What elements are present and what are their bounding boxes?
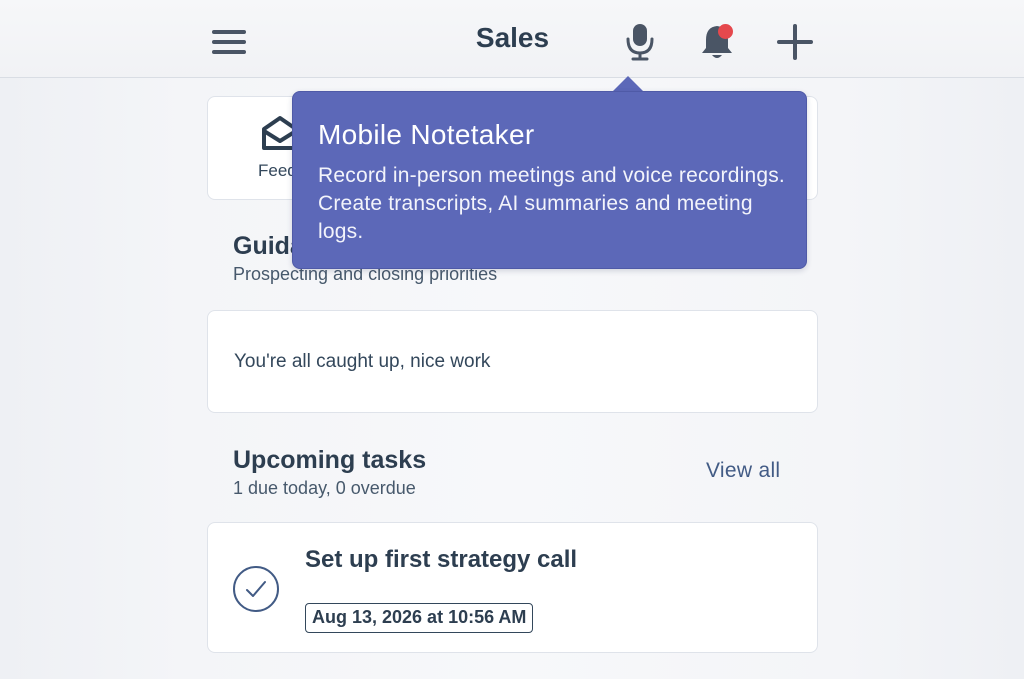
- task-title[interactable]: Set up first strategy call: [305, 546, 577, 574]
- tooltip-title: Mobile Notetaker: [318, 119, 535, 150]
- microphone-icon[interactable]: [623, 22, 657, 62]
- view-all-link[interactable]: View all: [706, 459, 780, 483]
- empty-state-message: You're all caught up, nice work: [234, 351, 491, 372]
- tooltip-arrow: [612, 76, 644, 92]
- feed-label: Feed: [258, 161, 297, 180]
- notetaker-tooltip[interactable]: Mobile Notetaker Record in-person meetin…: [292, 91, 807, 269]
- menu-line: [212, 50, 246, 54]
- top-bar: Sales: [0, 0, 1024, 78]
- menu-line: [212, 30, 246, 34]
- plus-icon[interactable]: [775, 22, 815, 62]
- task-card[interactable]: Set up first strategy call Aug 13, 2026 …: [207, 522, 818, 653]
- menu-icon[interactable]: [210, 26, 248, 58]
- tooltip-body: Record in-person meetings and voice reco…: [318, 164, 785, 243]
- notification-badge: [718, 24, 733, 39]
- task-due-date: Aug 13, 2026 at 10:56 AM: [305, 603, 534, 633]
- guidance-card: You're all caught up, nice work: [207, 310, 818, 413]
- page-title: Sales: [475, 22, 550, 53]
- tasks-title: Upcoming tasks: [233, 446, 427, 474]
- menu-line: [212, 40, 246, 44]
- check-circle-icon[interactable]: [232, 565, 280, 613]
- tasks-subtitle: 1 due today, 0 overdue: [233, 478, 416, 498]
